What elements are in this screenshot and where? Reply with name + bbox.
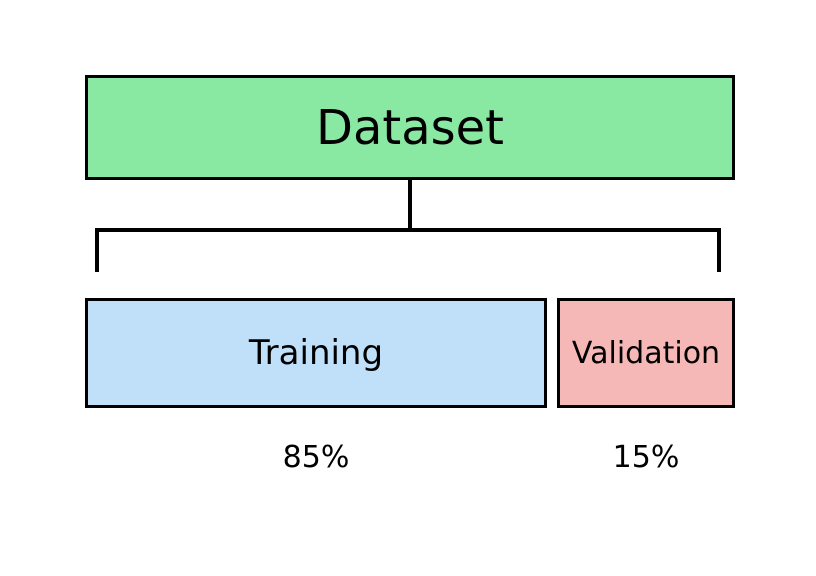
training-percent: 85% xyxy=(85,440,547,475)
connector-vertical xyxy=(408,180,412,228)
diagram-stage: Dataset Training Validation 85% 15% xyxy=(0,0,816,576)
validation-box: Validation xyxy=(557,298,735,408)
dataset-box: Dataset xyxy=(85,75,735,180)
validation-label: Validation xyxy=(572,336,720,371)
dataset-label: Dataset xyxy=(316,100,504,156)
training-label: Training xyxy=(249,333,383,373)
connector-right-tick xyxy=(717,228,721,272)
connector-left-tick xyxy=(95,228,99,272)
connector-horizontal xyxy=(95,228,721,232)
validation-percent: 15% xyxy=(557,440,735,475)
training-box: Training xyxy=(85,298,547,408)
